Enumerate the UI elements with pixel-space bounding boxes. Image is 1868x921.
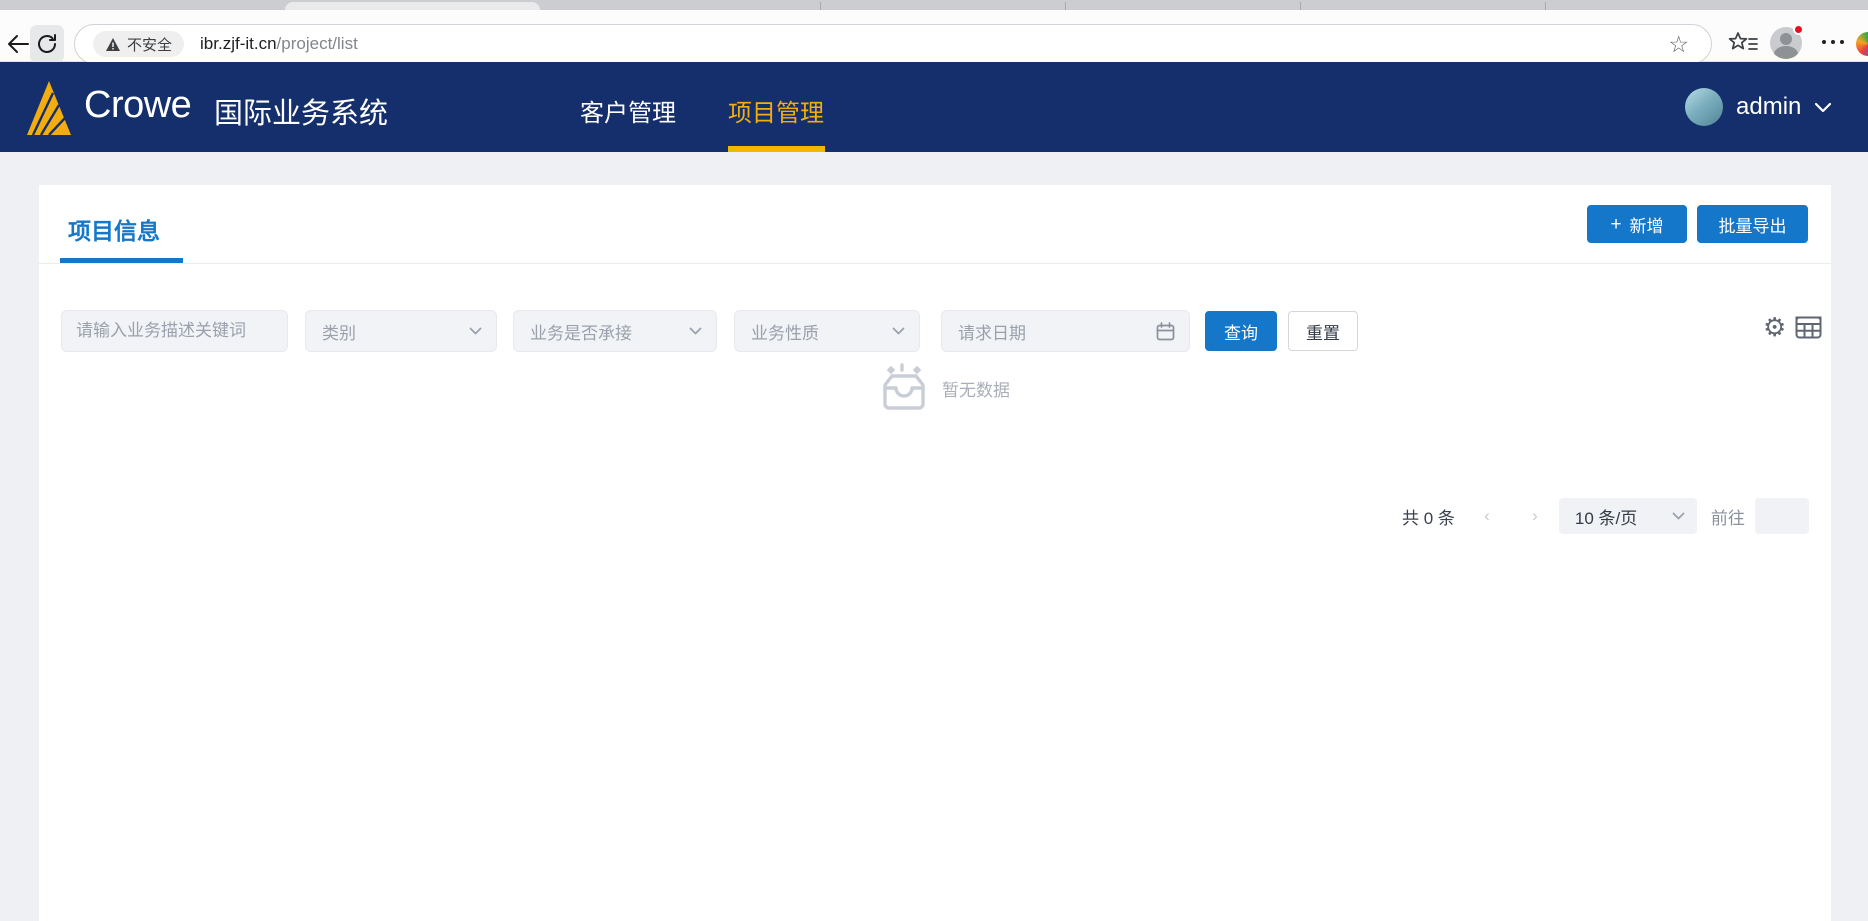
chevron-down-icon xyxy=(689,327,702,335)
active-tab[interactable] xyxy=(285,2,540,10)
prev-page-icon[interactable]: ‹ xyxy=(1477,506,1497,526)
url-host: ibr.zjf-it.cn xyxy=(200,34,277,53)
user-avatar xyxy=(1685,88,1723,126)
tab-project-info[interactable]: 项目信息 xyxy=(68,212,160,246)
add-button[interactable]: + 新增 xyxy=(1587,205,1687,243)
browser-profile-button[interactable] xyxy=(1770,24,1804,59)
content-card: 项目信息 + 新增 批量导出 类别 业务是否承接 业务性质 请求日期 xyxy=(39,185,1831,921)
total-count: 共 0 条 xyxy=(1402,508,1455,528)
user-menu[interactable]: admin xyxy=(1685,88,1832,126)
browser-toolbar: 不安全 ibr.zjf-it.cn/project/list ☆ xyxy=(0,10,1868,64)
table-columns-icon[interactable] xyxy=(1795,315,1822,340)
request-date-label: 请求日期 xyxy=(958,323,1026,343)
user-name: admin xyxy=(1736,93,1802,120)
keyword-search-input[interactable] xyxy=(62,311,287,351)
favorites-icon[interactable] xyxy=(1728,31,1758,60)
keyword-search-field xyxy=(61,310,288,352)
notification-dot xyxy=(1793,24,1804,35)
browser-tab-strip[interactable] xyxy=(0,0,1868,10)
back-icon[interactable] xyxy=(2,29,32,59)
security-badge-label: 不安全 xyxy=(127,36,173,54)
browser-menu-icon[interactable] xyxy=(1822,40,1844,44)
undertake-select[interactable]: 业务是否承接 xyxy=(513,310,717,352)
empty-state: 暂无数据 xyxy=(875,363,1010,413)
request-date-picker[interactable]: 请求日期 xyxy=(941,310,1190,352)
category-select-label: 类别 xyxy=(322,323,356,343)
settings-gear-icon[interactable]: ⚙ xyxy=(1763,314,1786,340)
chevron-down-icon xyxy=(1815,102,1832,112)
batch-export-label: 批量导出 xyxy=(1718,216,1787,236)
warning-icon xyxy=(106,37,120,51)
browser-window: 不安全 ibr.zjf-it.cn/project/list ☆ Crowe 国… xyxy=(0,0,1868,921)
crowe-logo-icon xyxy=(25,78,73,141)
goto-page-input[interactable] xyxy=(1754,498,1809,534)
refresh-icon[interactable] xyxy=(30,25,64,63)
calendar-icon xyxy=(1156,321,1175,340)
business-nature-select-label: 业务性质 xyxy=(751,323,819,343)
batch-export-button[interactable]: 批量导出 xyxy=(1697,205,1808,243)
nav-item-customer-management[interactable]: 客户管理 xyxy=(580,93,676,128)
search-button-label: 查询 xyxy=(1224,323,1258,343)
security-badge[interactable]: 不安全 xyxy=(93,31,185,57)
chevron-down-icon xyxy=(892,327,905,335)
goto-page-label: 前往 xyxy=(1710,508,1745,528)
page-size-select[interactable]: 10 条/页 xyxy=(1558,498,1697,534)
pagination: 共 0 条 ‹ › 10 条/页 前往 xyxy=(1402,498,1809,534)
empty-box-icon xyxy=(883,363,925,410)
divider xyxy=(39,263,1831,264)
brand-name: Crowe xyxy=(84,84,192,126)
address-bar[interactable]: 不安全 ibr.zjf-it.cn/project/list ☆ xyxy=(74,24,1712,64)
page-size-label: 10 条/页 xyxy=(1574,508,1638,528)
plus-icon: + xyxy=(1610,213,1622,235)
reset-button-label: 重置 xyxy=(1306,323,1340,343)
search-button[interactable]: 查询 xyxy=(1205,311,1277,351)
add-button-label: 新增 xyxy=(1629,216,1664,236)
reset-button[interactable]: 重置 xyxy=(1288,311,1358,351)
sidebar-app-icon[interactable] xyxy=(1856,32,1868,56)
app-navbar: Crowe 国际业务系统 客户管理 项目管理 admin xyxy=(0,62,1868,152)
chevron-down-icon xyxy=(1672,512,1685,520)
empty-state-text: 暂无数据 xyxy=(942,380,1010,400)
business-nature-select[interactable]: 业务性质 xyxy=(734,310,920,352)
bookmark-star-icon[interactable]: ☆ xyxy=(1668,31,1689,58)
next-page-icon[interactable]: › xyxy=(1525,506,1545,526)
table-tools: ⚙ xyxy=(1763,314,1822,340)
nav-item-project-management[interactable]: 项目管理 xyxy=(728,93,824,128)
undertake-select-label: 业务是否承接 xyxy=(530,323,632,343)
system-name: 国际业务系统 xyxy=(214,98,389,130)
category-select[interactable]: 类别 xyxy=(305,310,497,352)
url-path: /project/list xyxy=(276,34,358,53)
active-nav-underline xyxy=(728,146,825,152)
chevron-down-icon xyxy=(469,327,482,335)
url-text[interactable]: ibr.zjf-it.cn/project/list xyxy=(200,34,358,54)
